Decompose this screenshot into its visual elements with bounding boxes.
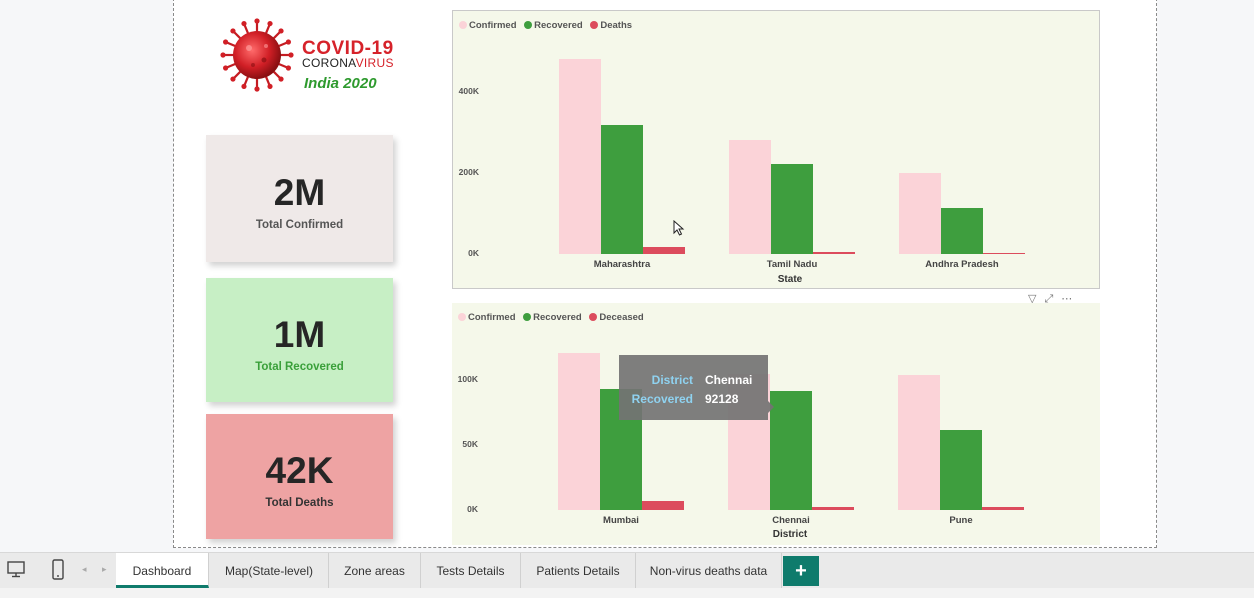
bar-recovered-tamil-nadu[interactable]	[771, 163, 813, 254]
logo-subtitle: CORONAVIRUS	[302, 56, 394, 70]
bar-confirmed-tamil-nadu[interactable]	[729, 140, 771, 254]
y-tick-label: 50K	[462, 439, 478, 450]
y-tick-label: 0K	[467, 504, 478, 514]
add-page-button[interactable]: +	[783, 556, 819, 586]
kpi-label: Total Deaths	[265, 497, 334, 509]
logo-year: India 2020	[304, 75, 377, 92]
state-bar-chart[interactable]: Confirmed Recovered Deaths 0K 200K 400K Mah…	[452, 10, 1100, 289]
kpi-card-recovered[interactable]: 1M Total Recovered	[206, 278, 393, 402]
tooltip-value-recovered: 92128	[705, 392, 739, 406]
tooltip-key-recovered: Recovered	[631, 392, 693, 406]
chart-tooltip: District Chennai Recovered 92128	[619, 355, 774, 420]
prev-page-icon[interactable]: ◂	[82, 564, 87, 575]
tab-patients-details[interactable]: Patients Details	[521, 553, 636, 588]
desktop-view-icon[interactable]	[6, 559, 26, 579]
tab-tests-details[interactable]: Tests Details	[421, 553, 521, 588]
bar-deceased-chennai[interactable]	[812, 507, 854, 510]
kpi-label: Total Recovered	[255, 361, 344, 373]
logo-subtitle-part1: CORONA	[302, 56, 356, 70]
next-page-icon[interactable]: ▸	[102, 564, 107, 575]
logo-subtitle-part2: VIRUS	[355, 56, 394, 70]
tab-non-virus-deaths-data[interactable]: Non-virus deaths data	[636, 553, 782, 588]
kpi-value: 42K	[265, 450, 334, 491]
bar-deceased-mumbai[interactable]	[642, 501, 684, 510]
y-tick-label: 100K	[457, 374, 478, 385]
status-bar	[0, 588, 1254, 598]
bar-confirmed-andhra-pradesh[interactable]	[899, 172, 941, 254]
tooltip-arrow	[768, 401, 774, 413]
tooltip-value-district: Chennai	[705, 373, 753, 387]
x-tick-label: Pune	[949, 515, 973, 526]
mouse-cursor-icon	[673, 220, 685, 236]
bar-deaths-andhra-pradesh[interactable]	[983, 253, 1025, 255]
kpi-value: 1M	[273, 314, 326, 355]
page-tab-bar: ◂ ▸ Dashboard Map(State-level) Zone area…	[0, 552, 1254, 588]
chart-plot-area: 0K 50K 100K Mumbai Chennai Pune	[452, 303, 1100, 545]
phone-view-icon[interactable]	[48, 559, 68, 581]
chart-plot-area: 0K 200K 400K Maharashtra Tamil Nadu Andhra Pr…	[453, 11, 1101, 290]
x-tick-label: Tamil Nadu	[766, 259, 818, 270]
x-tick-label: Chennai	[772, 515, 810, 526]
x-tick-label: Andhra Pradesh	[925, 259, 999, 270]
tab-map-state-level[interactable]: Map(State-level)	[210, 553, 329, 588]
tab-dashboard[interactable]: Dashboard	[116, 553, 209, 588]
x-axis-title: District	[772, 529, 808, 540]
x-axis-title: State	[777, 274, 803, 285]
x-tick-label: Mumbai	[603, 515, 639, 526]
kpi-card-deaths[interactable]: 42K Total Deaths	[206, 414, 393, 539]
y-tick-label: 400K	[458, 85, 479, 96]
y-tick-label: 200K	[458, 166, 479, 177]
bar-recovered-maharashtra[interactable]	[601, 124, 643, 254]
bar-confirmed-mumbai[interactable]	[558, 353, 600, 510]
x-tick-label: Maharashtra	[593, 259, 651, 270]
bar-confirmed-pune[interactable]	[898, 375, 940, 510]
bar-deaths-maharashtra[interactable]	[643, 247, 685, 254]
bar-recovered-pune[interactable]	[940, 429, 982, 510]
coronavirus-icon	[220, 18, 294, 92]
bar-recovered-andhra-pradesh[interactable]	[941, 208, 983, 254]
bar-recovered-chennai[interactable]	[770, 390, 812, 510]
district-bar-chart[interactable]: Confirmed Recovered Deceased 0K 50K 100K Mu…	[452, 303, 1100, 545]
bar-confirmed-maharashtra[interactable]	[559, 59, 601, 254]
tooltip-key-district: District	[651, 373, 693, 387]
y-tick-label: 0K	[468, 248, 479, 258]
kpi-card-confirmed[interactable]: 2M Total Confirmed	[206, 135, 393, 262]
kpi-label: Total Confirmed	[255, 219, 344, 231]
bar-deaths-tamil-nadu[interactable]	[813, 252, 855, 254]
bar-deceased-pune[interactable]	[982, 507, 1024, 510]
tab-zone-areas[interactable]: Zone areas	[329, 553, 421, 588]
kpi-value: 2M	[273, 172, 326, 213]
